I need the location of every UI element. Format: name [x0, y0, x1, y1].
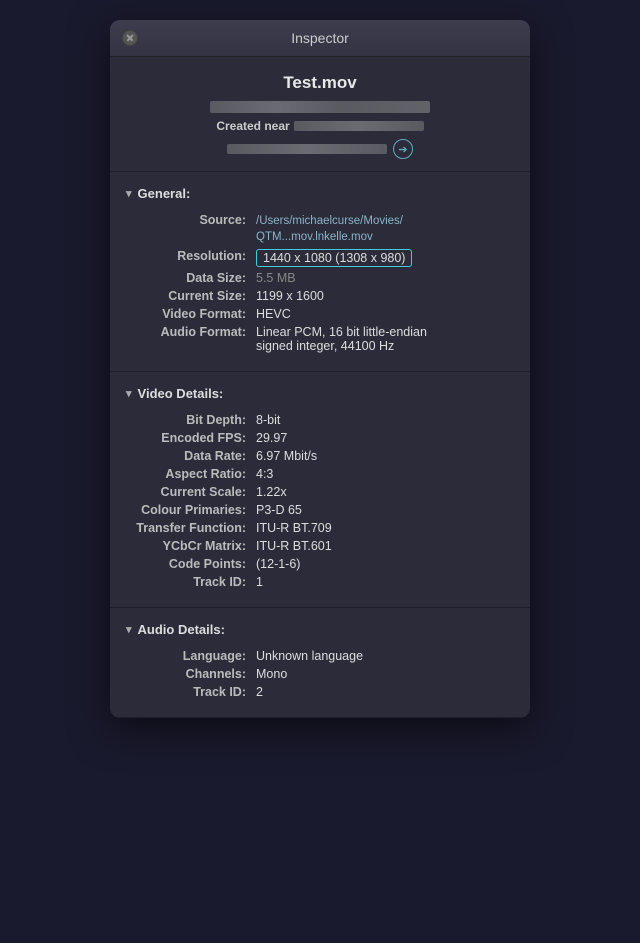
video-row-label: Transfer Function:	[126, 521, 256, 535]
source-label: Source:	[126, 213, 256, 227]
video-row-value: (12-1-6)	[256, 557, 514, 571]
video-detail-row: Bit Depth: 8-bit	[126, 411, 514, 429]
file-name: Test.mov	[130, 73, 510, 93]
current-size-label: Current Size:	[126, 289, 256, 303]
data-size-value: 5.5 MB	[256, 271, 514, 285]
audio-details-label: Audio Details:	[138, 622, 225, 637]
audio-format-label: Audio Format:	[126, 325, 256, 339]
audio-details-content: Language: Unknown language Channels: Mon…	[110, 643, 530, 709]
video-row-value: 8-bit	[256, 413, 514, 427]
video-format-row: Video Format: HEVC	[126, 305, 514, 323]
video-row-label: Code Points:	[126, 557, 256, 571]
resolution-label: Resolution:	[126, 249, 256, 263]
video-row-value: P3-D 65	[256, 503, 514, 517]
video-row-value: 1	[256, 575, 514, 589]
created-row: Created near	[130, 119, 510, 133]
video-row-value: 29.97	[256, 431, 514, 445]
video-detail-row: Current Scale: 1.22x	[126, 483, 514, 501]
audio-row-label: Track ID:	[126, 685, 256, 699]
video-row-value: 4:3	[256, 467, 514, 481]
audio-details-header[interactable]: ▾ Audio Details:	[110, 616, 530, 643]
audio-row-value: 2	[256, 685, 514, 699]
inspector-window: Inspector Test.mov Created near ➔ ▾ Gene…	[110, 20, 530, 718]
current-size-row: Current Size: 1199 x 1600	[126, 287, 514, 305]
video-row-value: 6.97 Mbit/s	[256, 449, 514, 463]
video-row-value: ITU-R BT.601	[256, 539, 514, 553]
audio-row-value: Unknown language	[256, 649, 514, 663]
video-details-label: Video Details:	[138, 386, 224, 401]
video-details-header[interactable]: ▾ Video Details:	[110, 380, 530, 407]
nav-row: ➔	[130, 139, 510, 159]
video-row-label: YCbCr Matrix:	[126, 539, 256, 553]
video-format-value: HEVC	[256, 307, 514, 321]
general-section-label: General:	[138, 186, 191, 201]
audio-detail-row: Channels: Mono	[126, 665, 514, 683]
audio-details-section: ▾ Audio Details: Language: Unknown langu…	[110, 608, 530, 718]
close-button[interactable]	[122, 30, 138, 46]
nav-arrow-button[interactable]: ➔	[393, 139, 413, 159]
source-row: Source: /Users/michaelcurse/Movies/ QTM.…	[126, 211, 514, 247]
general-section-content: Source: /Users/michaelcurse/Movies/ QTM.…	[110, 207, 530, 363]
redacted-nav	[227, 144, 387, 154]
resolution-row: Resolution: 1440 x 1080 (1308 x 980)	[126, 247, 514, 269]
resolution-value: 1440 x 1080 (1308 x 980)	[256, 249, 514, 267]
audio-detail-row: Track ID: 2	[126, 683, 514, 701]
audio-format-row: Audio Format: Linear PCM, 16 bit little-…	[126, 323, 514, 355]
video-details-section: ▾ Video Details: Bit Depth: 8-bit Encode…	[110, 372, 530, 608]
title-bar: Inspector	[110, 20, 530, 57]
video-detail-row: Transfer Function: ITU-R BT.709	[126, 519, 514, 537]
general-section: ▾ General: Source: /Users/michaelcurse/M…	[110, 172, 530, 372]
video-row-label: Track ID:	[126, 575, 256, 589]
general-chevron: ▾	[126, 187, 132, 200]
video-row-label: Aspect Ratio:	[126, 467, 256, 481]
source-value: /Users/michaelcurse/Movies/ QTM...mov.ln…	[256, 213, 514, 245]
audio-row-label: Channels:	[126, 667, 256, 681]
created-label: Created near	[216, 119, 289, 133]
redacted-bar-1	[210, 101, 430, 113]
redacted-created	[294, 121, 424, 131]
data-size-label: Data Size:	[126, 271, 256, 285]
audio-format-value: Linear PCM, 16 bit little-endian signed …	[256, 325, 514, 353]
video-row-label: Colour Primaries:	[126, 503, 256, 517]
audio-chevron: ▾	[126, 623, 132, 636]
window-title: Inspector	[291, 30, 349, 46]
video-detail-row: Aspect Ratio: 4:3	[126, 465, 514, 483]
video-detail-row: Track ID: 1	[126, 573, 514, 591]
video-row-label: Data Rate:	[126, 449, 256, 463]
video-detail-row: Colour Primaries: P3-D 65	[126, 501, 514, 519]
video-row-label: Bit Depth:	[126, 413, 256, 427]
video-format-label: Video Format:	[126, 307, 256, 321]
audio-row-label: Language:	[126, 649, 256, 663]
current-size-value: 1199 x 1600	[256, 289, 514, 303]
video-detail-row: Data Rate: 6.97 Mbit/s	[126, 447, 514, 465]
resolution-highlight: 1440 x 1080 (1308 x 980)	[256, 249, 412, 267]
video-row-label: Encoded FPS:	[126, 431, 256, 445]
video-detail-row: Code Points: (12-1-6)	[126, 555, 514, 573]
video-chevron: ▾	[126, 387, 132, 400]
general-section-header[interactable]: ▾ General:	[110, 180, 530, 207]
video-details-content: Bit Depth: 8-bit Encoded FPS: 29.97 Data…	[110, 407, 530, 599]
audio-detail-row: Language: Unknown language	[126, 647, 514, 665]
video-row-label: Current Scale:	[126, 485, 256, 499]
file-header: Test.mov Created near ➔	[110, 57, 530, 172]
data-size-row: Data Size: 5.5 MB	[126, 269, 514, 287]
video-detail-row: YCbCr Matrix: ITU-R BT.601	[126, 537, 514, 555]
video-row-value: ITU-R BT.709	[256, 521, 514, 535]
video-detail-row: Encoded FPS: 29.97	[126, 429, 514, 447]
audio-row-value: Mono	[256, 667, 514, 681]
video-row-value: 1.22x	[256, 485, 514, 499]
